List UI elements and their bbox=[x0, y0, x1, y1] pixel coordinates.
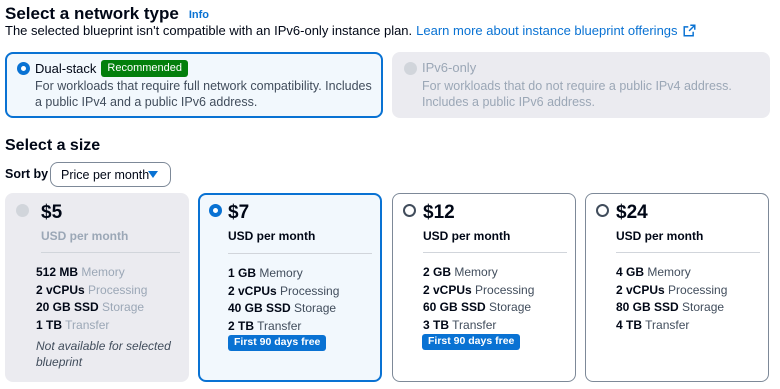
plan-memory: 1 GB Memory bbox=[228, 266, 303, 280]
external-link-icon[interactable] bbox=[683, 24, 696, 37]
network-description: The selected blueprint isn't compatible … bbox=[5, 23, 696, 38]
plan-price: $7 bbox=[228, 202, 250, 223]
sort-by-label: Sort by bbox=[5, 167, 49, 181]
ipv6-only-description: For workloads that do not require a publ… bbox=[422, 79, 732, 109]
sort-select[interactable]: Price per month bbox=[50, 162, 171, 187]
plan-transfer: 2 TB Transfer bbox=[228, 319, 302, 333]
plan-radio[interactable] bbox=[209, 204, 222, 217]
network-description-text: The selected blueprint isn't compatible … bbox=[5, 23, 413, 38]
plan-period: USD per month bbox=[423, 229, 511, 243]
network-type-header: Select a network type Info bbox=[5, 3, 209, 25]
promo-badge: First 90 days free bbox=[228, 335, 327, 351]
plan-card-12[interactable]: $12 USD per month 2 GB Memory 2 vCPUs Pr… bbox=[392, 193, 576, 382]
plan-storage: 20 GB SSD Storage bbox=[36, 300, 145, 314]
plan-transfer: 3 TB Transfer bbox=[423, 318, 497, 332]
plan-memory: 512 MB Memory bbox=[36, 265, 125, 279]
plan-card-24[interactable]: $24 USD per month 4 GB Memory 2 vCPUs Pr… bbox=[585, 193, 769, 382]
size-title: Select a size bbox=[5, 137, 101, 154]
plan-price: $12 bbox=[423, 202, 455, 223]
promo-badge: First 90 days free bbox=[422, 334, 521, 350]
not-available-note: Not available for selected blueprint bbox=[36, 339, 171, 369]
sort-select-value: Price per month bbox=[61, 167, 150, 182]
plan-storage: 40 GB SSD Storage bbox=[228, 301, 337, 315]
plan-card-7[interactable]: $7 USD per month 1 GB Memory 2 vCPUs Pro… bbox=[198, 193, 382, 382]
plan-price: $5 bbox=[41, 202, 63, 223]
caret-down-icon bbox=[148, 171, 158, 178]
plan-transfer: 4 TB Transfer bbox=[616, 318, 690, 332]
plan-processing: 2 vCPUs Processing bbox=[36, 283, 148, 297]
plan-radio[interactable] bbox=[596, 204, 609, 217]
plan-divider bbox=[228, 253, 372, 254]
plan-radio[interactable] bbox=[403, 204, 416, 217]
dual-stack-label: Dual-stack bbox=[35, 61, 97, 76]
plan-memory: 4 GB Memory bbox=[616, 265, 691, 279]
recommended-badge: Recommended bbox=[101, 60, 189, 77]
plan-memory: 2 GB Memory bbox=[423, 265, 498, 279]
plan-card-5: $5 USD per month 512 MB Memory 2 vCPUs P… bbox=[5, 193, 189, 382]
plan-divider bbox=[616, 252, 760, 253]
ipv6-only-radio bbox=[404, 62, 417, 75]
plan-divider bbox=[423, 252, 567, 253]
learn-more-link[interactable]: Learn more about instance blueprint offe… bbox=[416, 23, 677, 38]
plan-storage: 60 GB SSD Storage bbox=[423, 300, 532, 314]
network-type-title: Select a network type bbox=[5, 4, 179, 23]
ipv6-only-label: IPv6-only bbox=[422, 60, 477, 75]
plan-price: $24 bbox=[616, 202, 648, 223]
plan-period: USD per month bbox=[616, 229, 704, 243]
plan-radio bbox=[16, 204, 29, 217]
plan-period: USD per month bbox=[41, 229, 129, 243]
plan-processing: 2 vCPUs Processing bbox=[616, 283, 728, 297]
plan-transfer: 1 TB Transfer bbox=[36, 318, 110, 332]
plan-storage: 80 GB SSD Storage bbox=[616, 300, 725, 314]
plan-processing: 2 vCPUs Processing bbox=[423, 283, 535, 297]
network-info-link[interactable]: Info bbox=[189, 9, 209, 21]
network-option-ipv6-only: IPv6-only For workloads that do not requ… bbox=[392, 52, 770, 118]
plan-period: USD per month bbox=[228, 229, 316, 243]
plan-divider bbox=[41, 252, 180, 253]
dual-stack-radio[interactable] bbox=[17, 62, 30, 75]
network-option-dual-stack[interactable]: Dual-stack Recommended For workloads tha… bbox=[5, 52, 383, 118]
plan-processing: 2 vCPUs Processing bbox=[228, 284, 340, 298]
dual-stack-description: For workloads that require full network … bbox=[35, 79, 372, 109]
